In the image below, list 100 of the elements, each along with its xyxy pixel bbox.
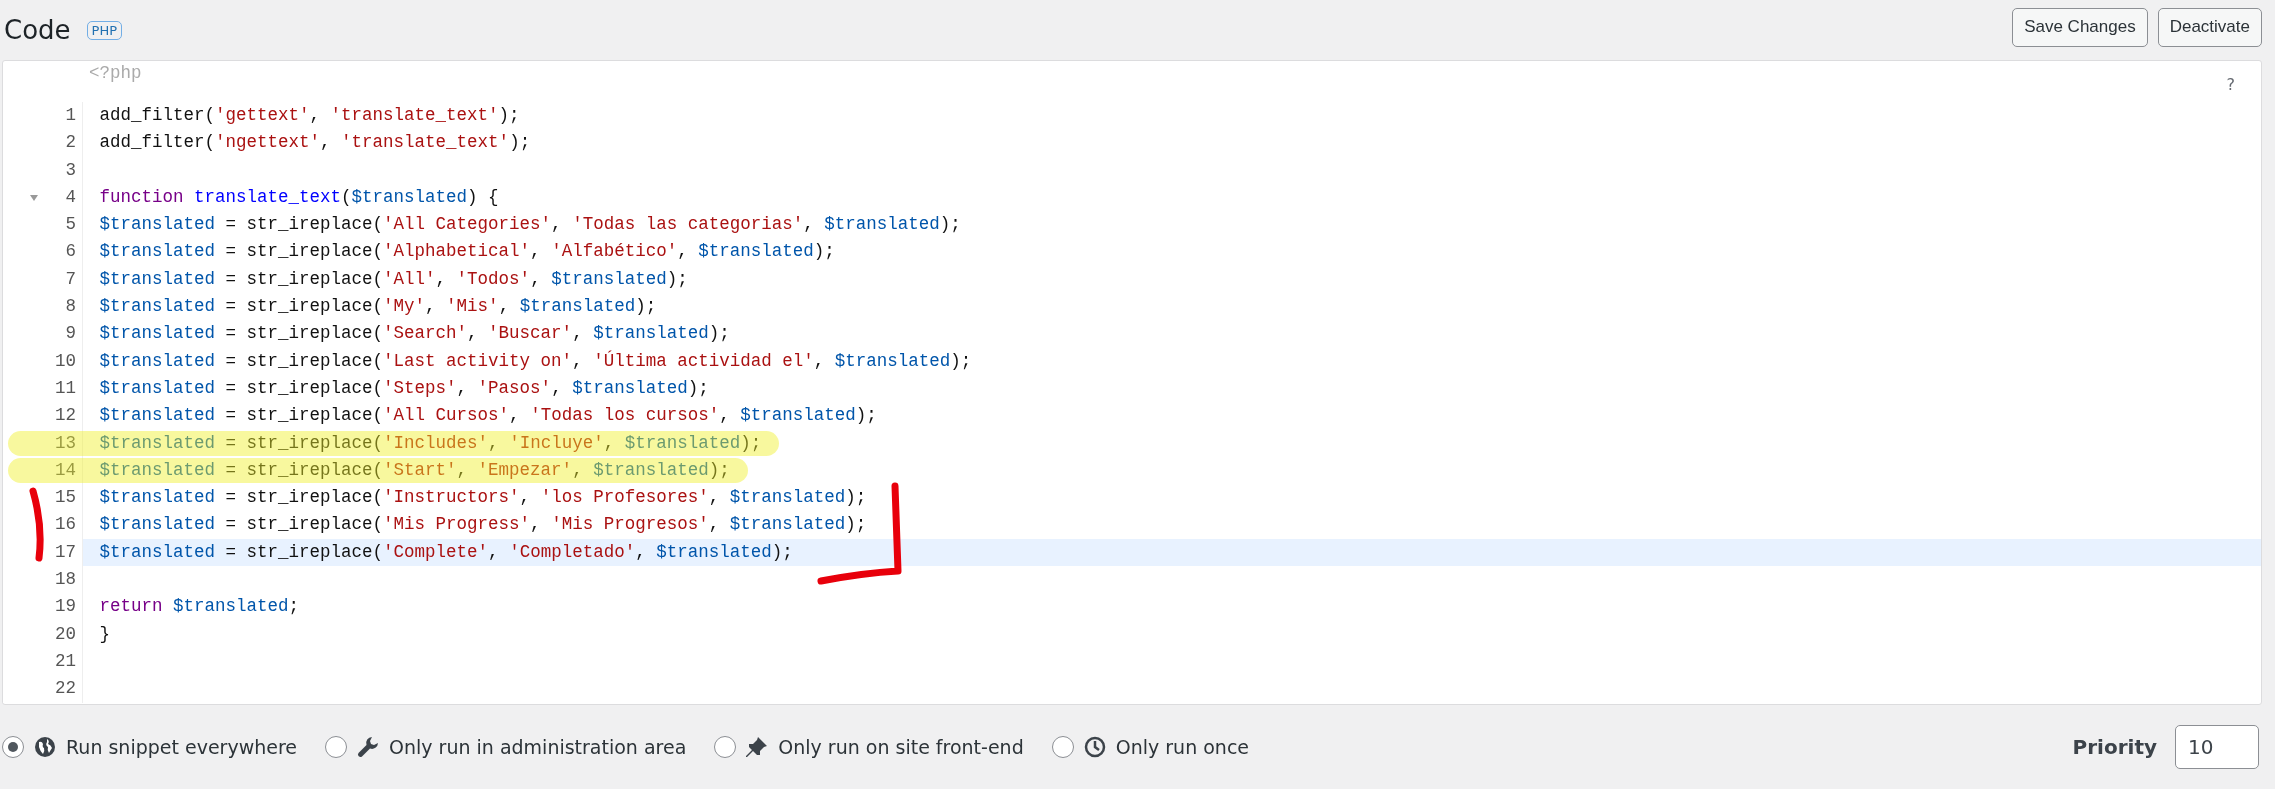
line-number: 6 (65, 241, 76, 262)
code-text: add_filter( (99, 132, 216, 153)
string-literal: 'Alphabetical' (383, 241, 531, 262)
priority-field[interactable]: 10 (2175, 725, 2259, 769)
radio-button[interactable] (714, 736, 737, 758)
language-badge: PHP (86, 20, 123, 40)
code-text: ) { (467, 186, 499, 207)
code-text: , (498, 296, 511, 317)
option-label: Only run once (1115, 736, 1249, 758)
code-text: , (467, 323, 479, 344)
help-link[interactable]: ? (2226, 75, 2235, 94)
line-number: 12 (55, 405, 76, 426)
code-text: , (530, 514, 542, 535)
line-number: 9 (65, 323, 76, 344)
code-editor[interactable] (2, 60, 2262, 705)
option-label: Run snippet everywhere (66, 736, 298, 758)
line-number: 5 (65, 214, 76, 235)
variable-name: $translated (729, 487, 846, 508)
string-literal: 'Mis Progresos' (551, 514, 709, 535)
code-text: , (603, 432, 616, 453)
code-text: ); (666, 268, 688, 289)
string-literal: 'translate_text' (341, 132, 510, 153)
keyword: function (99, 186, 184, 207)
variable-name: $translated (698, 241, 814, 262)
string-literal: 'All Categories' (383, 214, 552, 235)
code-text: , (488, 541, 500, 562)
string-literal: 'Completado' (509, 541, 636, 562)
code-text: ); (771, 541, 793, 562)
string-literal: 'Alfabético' (551, 241, 678, 262)
action-button[interactable]: Deactivate (2157, 7, 2262, 47)
string-literal: 'Última actividad el' (593, 350, 814, 371)
code-text: ); (687, 377, 709, 398)
radio-button[interactable] (2, 736, 24, 758)
line-number: 3 (65, 159, 76, 180)
string-literal: 'gettext' (215, 105, 310, 125)
code-text: ( (341, 186, 352, 207)
code-text: = str_ireplace( (224, 459, 384, 480)
code-text: = str_ireplace( (224, 241, 384, 262)
line-number: 16 (55, 514, 76, 535)
code-text: , (572, 350, 584, 371)
code-text: , (509, 405, 521, 426)
string-literal: 'All' (383, 268, 436, 289)
keyword: return (99, 596, 163, 617)
string-literal: 'Complete' (383, 541, 489, 562)
variable-name: $translated (99, 323, 216, 344)
line-number: 17 (55, 541, 76, 562)
variable-name: $translated (99, 241, 216, 262)
code-text: = str_ireplace( (224, 514, 384, 535)
string-literal: 'Mis' (446, 296, 499, 317)
code-text: , (435, 268, 448, 289)
action-button[interactable]: Save Changes (2012, 7, 2148, 47)
string-literal: 'All Cursos' (383, 405, 510, 426)
code-text: ); (708, 323, 730, 344)
string-literal: 'ngettext' (215, 132, 321, 153)
code-text: , (708, 514, 721, 535)
line-number: 8 (65, 296, 76, 317)
line-number: 7 (65, 268, 76, 289)
code-text: = str_ireplace( (224, 350, 384, 371)
line-number: 21 (55, 650, 76, 671)
globe-icon (34, 736, 56, 758)
fold-arrow-icon[interactable] (30, 194, 38, 201)
code-text: ); (708, 459, 730, 480)
variable-name: $translated (99, 514, 216, 535)
line-number: 4 (65, 186, 76, 207)
code-text: = str_ireplace( (224, 214, 384, 235)
variable-name: $translated (173, 596, 289, 617)
code-text: } (99, 623, 111, 644)
string-literal: 'Incluye' (509, 432, 604, 453)
radio-button[interactable] (1051, 736, 1074, 758)
variable-name: $translated (351, 186, 468, 207)
variable-name: $translated (729, 514, 846, 535)
line-number: 15 (55, 487, 76, 508)
option-label: Only run in administration area (389, 736, 687, 758)
code-text: = str_ireplace( (224, 487, 384, 508)
code-text: = str_ireplace( (224, 405, 384, 426)
variable-name: $translated (656, 541, 772, 562)
pushpin-icon (746, 736, 769, 758)
variable-name: $translated (519, 296, 636, 317)
variable-name: $translated (99, 432, 216, 453)
code-text: = str_ireplace( (224, 541, 384, 562)
string-literal: 'Mis Progress' (383, 514, 531, 535)
string-literal: 'Includes' (383, 432, 489, 453)
option-label: Only run on site front-end (778, 736, 1024, 758)
code-text: , (803, 214, 815, 235)
string-literal: 'Todos' (456, 268, 531, 289)
variable-name: $translated (551, 268, 667, 289)
radio-button[interactable] (325, 736, 348, 758)
string-literal: 'Todas los cursos' (530, 405, 720, 426)
code-text: , (677, 241, 689, 262)
variable-name: $translated (834, 350, 951, 371)
code-text: = str_ireplace( (224, 268, 384, 289)
code-text: , (572, 323, 584, 344)
line-number: 10 (55, 350, 76, 371)
string-literal: 'translate_text' (330, 105, 499, 125)
string-literal: 'My' (383, 296, 426, 317)
code-text: ); (509, 132, 531, 153)
code-text: , (456, 459, 469, 480)
variable-name: $translated (99, 377, 216, 398)
clock-icon (1083, 736, 1106, 758)
code-text: = str_ireplace( (224, 323, 384, 344)
